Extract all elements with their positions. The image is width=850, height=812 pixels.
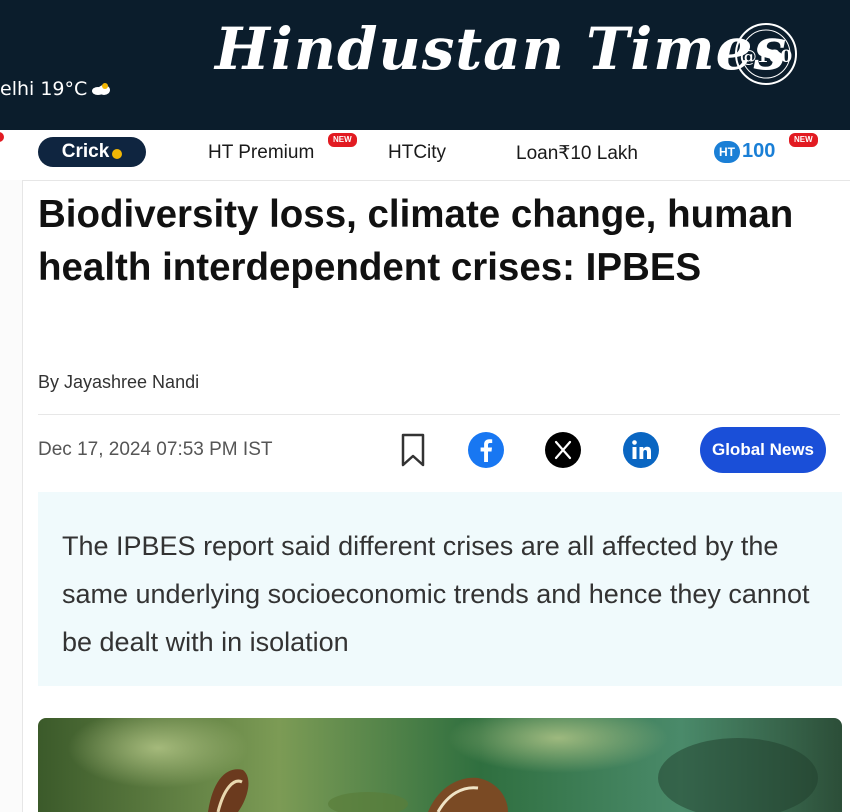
cricket-label: Crick — [61, 141, 110, 162]
masthead: elhi 19°C Hindustan Times @100 — [0, 0, 850, 130]
nav-edge-marker — [0, 132, 4, 142]
left-rail — [0, 180, 23, 812]
linkedin-share-button[interactable] — [622, 431, 660, 469]
weather-text: elhi 19°C — [0, 78, 88, 100]
badge-text: @100 — [740, 47, 793, 67]
ht-ring-icon: HT — [714, 140, 740, 163]
nav-ht100[interactable]: HT 100 — [714, 140, 775, 163]
facebook-icon — [468, 432, 504, 468]
nav-ht-premium[interactable]: HT Premium — [208, 142, 314, 164]
article-summary: The IPBES report said different crises a… — [62, 531, 810, 657]
linkedin-icon — [623, 432, 659, 468]
bookmark-button[interactable] — [394, 431, 432, 469]
cricket-ball-icon — [112, 149, 123, 159]
centenary-badge-icon: @100 — [735, 23, 797, 85]
article-summary-box: The IPBES report said different crises a… — [38, 492, 842, 686]
site-logo[interactable]: Hindustan Times — [215, 20, 787, 78]
weather-widget[interactable]: elhi 19°C — [0, 78, 111, 100]
ht100-label: 100 — [742, 140, 776, 162]
nav-loan[interactable]: Loan₹10 Lakh — [516, 142, 638, 165]
x-share-button[interactable] — [544, 431, 582, 469]
new-badge-ht100: NEW — [788, 132, 819, 148]
cricket-link[interactable]: Crick — [38, 137, 146, 167]
article-headline: Biodiversity loss, climate change, human… — [38, 193, 794, 289]
facebook-share-button[interactable] — [467, 431, 505, 469]
butterfly-photo — [38, 718, 842, 812]
top-nav: Crick HT Premium NEW HTCity Loan₹10 Lakh… — [0, 130, 850, 181]
hero-image[interactable] — [38, 718, 842, 812]
divider — [38, 414, 840, 415]
article-date: Dec 17, 2024 07:53 PM IST — [38, 439, 273, 460]
global-news-button[interactable]: Global News — [700, 427, 826, 473]
article-byline[interactable]: By Jayashree Nandi — [38, 372, 199, 393]
bookmark-icon — [401, 433, 425, 467]
x-icon — [545, 432, 581, 468]
cloud-icon — [92, 83, 111, 95]
nav-htcity[interactable]: HTCity — [388, 142, 446, 164]
new-badge: NEW — [327, 132, 358, 148]
